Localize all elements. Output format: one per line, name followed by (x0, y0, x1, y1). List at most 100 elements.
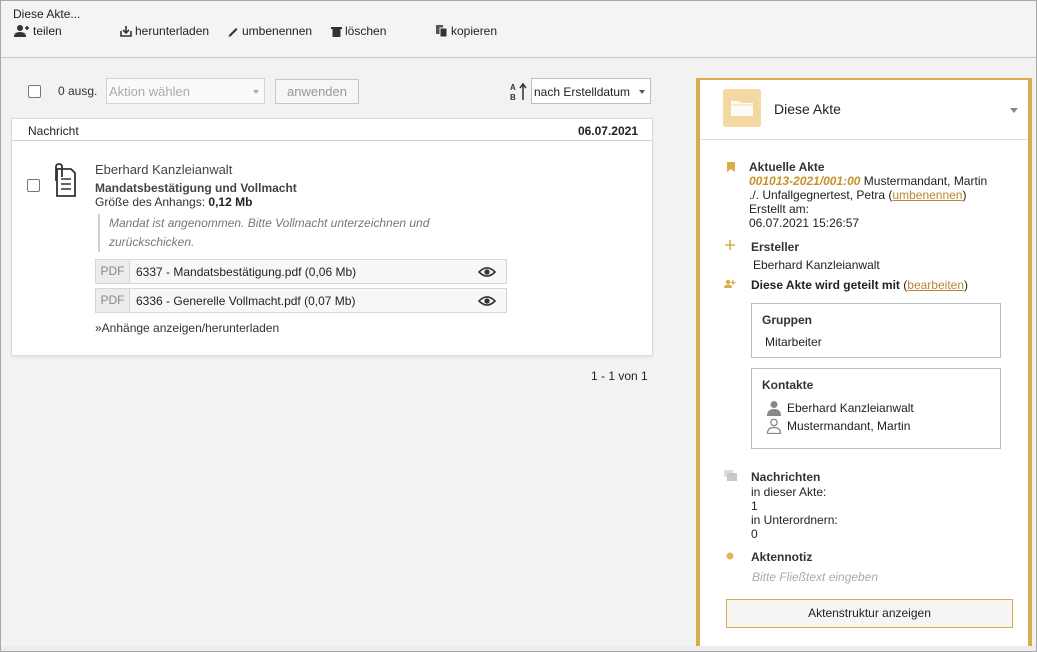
messages-label: Nachrichten (751, 470, 821, 484)
shared-line: Diese Akte wird geteilt mit (bearbeiten) (751, 278, 968, 292)
current-file-label: Aktuelle Akte (749, 160, 825, 174)
show-structure-button[interactable]: Aktenstruktur anzeigen (726, 599, 1013, 628)
selected-count: 0 ausg. (58, 84, 98, 98)
sort-select[interactable]: nach Erstelldatum (531, 78, 651, 104)
share-user-icon (14, 25, 29, 37)
copy-icon (436, 24, 448, 37)
pdf-badge: PDF (96, 260, 130, 283)
bookmark-icon (727, 162, 735, 172)
plus-icon (725, 240, 735, 250)
created-value: 06.07.2021 15:26:57 (749, 216, 860, 230)
message-subject: Mandatsbestätigung und Vollmacht (95, 181, 297, 195)
contacts-title: Kontakte (762, 378, 814, 392)
contacts-box: Kontakte Eberhard Kanzleianwalt Musterma… (751, 368, 1001, 449)
show-attachments-link[interactable]: »Anhänge anzeigen/herunterladen (95, 321, 279, 335)
creator-value: Eberhard Kanzleianwalt (753, 258, 880, 272)
svg-text:A: A (510, 83, 516, 92)
file-details-panel: Diese Akte Aktuelle Akte 001013-2021/001… (696, 78, 1032, 651)
messages-in-file-value: 1 (751, 499, 758, 513)
attachment-item[interactable]: PDF 6337 - Mandatsbestätigung.pdf (0,06 … (95, 259, 507, 284)
rename-link[interactable]: umbenennen (892, 188, 962, 202)
group-item: Mitarbeiter (765, 335, 822, 349)
rename-label: umbenennen (242, 24, 313, 38)
attachment-name[interactable]: 6337 - Mandatsbestätigung.pdf (0,06 Mb) (136, 265, 356, 279)
user-outline-icon (766, 418, 782, 434)
paperclip-document-icon (55, 163, 76, 197)
share-label: teilen (33, 24, 62, 38)
messages-in-sub-label: in Unterordnern: (751, 513, 838, 527)
pagination-info: 1 - 1 von 1 (591, 369, 648, 383)
messages-icon (724, 470, 737, 481)
user-icon (767, 401, 781, 416)
chevron-down-icon (639, 90, 645, 94)
note-dot-icon (726, 552, 734, 560)
column-header-message[interactable]: Nachricht (28, 124, 79, 138)
message-body-line: zurückschicken. (109, 235, 195, 249)
eye-icon[interactable] (478, 266, 496, 278)
column-header-date[interactable]: 06.07.2021 (578, 124, 638, 138)
action-select[interactable]: Aktion wählen (106, 78, 265, 104)
contact-item: Eberhard Kanzleianwalt (766, 400, 914, 416)
rename-button[interactable]: umbenennen (227, 23, 312, 39)
contact-name: Mustermandant, Martin (787, 419, 911, 433)
note-input[interactable]: Bitte Fließtext eingeben (752, 570, 878, 584)
creator-label: Ersteller (751, 240, 800, 254)
chevron-down-icon (253, 90, 259, 94)
copy-label: kopieren (451, 24, 498, 38)
chevron-down-icon[interactable] (1010, 108, 1018, 113)
party-opponent: ./. Unfallgegnertest, Petra (749, 188, 886, 202)
eye-icon[interactable] (478, 295, 496, 307)
message-list: Nachricht 06.07.2021 Eberhard Kanzleianw… (11, 118, 653, 356)
delete-button[interactable]: löschen (331, 23, 386, 39)
message-sender: Eberhard Kanzleianwalt (95, 162, 233, 177)
attachment-size: Größe des Anhangs: 0,12 Mb (95, 195, 252, 209)
party-client: Mustermandant, Martin (860, 174, 988, 188)
attachment-name[interactable]: 6336 - Generelle Vollmacht.pdf (0,07 Mb) (136, 294, 355, 308)
message-row[interactable]: Eberhard Kanzleianwalt Mandatsbestätigun… (12, 142, 652, 354)
pdf-badge: PDF (96, 289, 130, 312)
panel-header[interactable]: Diese Akte (700, 80, 1028, 140)
attachment-item[interactable]: PDF 6336 - Generelle Vollmacht.pdf (0,07… (95, 288, 507, 313)
toolbar-title: Diese Akte... (13, 7, 81, 21)
attachment-size-label: Größe des Anhangs: (95, 195, 206, 209)
message-body-line: Mandat ist angenommen. Bitte Vollmacht u… (109, 216, 430, 230)
download-label: herunterladen (135, 24, 210, 38)
folder-icon-box (723, 89, 761, 127)
select-all-checkbox[interactable] (28, 85, 41, 98)
groups-box: Gruppen Mitarbeiter (751, 303, 1001, 358)
file-number: 001013-2021/001:00 (749, 174, 861, 188)
attachment-size-value: 0,12 Mb (208, 195, 253, 209)
shared-label: Diese Akte wird geteilt mit (751, 278, 900, 292)
bottom-strip (1, 646, 1036, 651)
note-label: Aktennotiz (751, 550, 813, 564)
list-header: Nachricht 06.07.2021 (12, 119, 652, 141)
share-users-icon (724, 279, 736, 288)
party-opponent-line: ./. Unfallgegnertest, Petra (umbenennen) (749, 188, 967, 202)
contact-name: Eberhard Kanzleianwalt (787, 401, 914, 415)
message-body: Mandat ist angenommen. Bitte Vollmacht u… (98, 214, 498, 252)
contact-item: Mustermandant, Martin (766, 418, 910, 434)
svg-text:B: B (510, 93, 516, 102)
folder-icon (731, 101, 753, 116)
app-window: Diese Akte... teilen herunterladen umben… (0, 0, 1037, 652)
download-icon (120, 26, 132, 37)
groups-title: Gruppen (762, 313, 812, 327)
share-button[interactable]: teilen (14, 23, 62, 39)
created-label: Erstellt am: (749, 202, 810, 216)
messages-in-file-label: in dieser Akte: (751, 485, 827, 499)
panel-title: Diese Akte (774, 101, 841, 117)
sort-az-icon[interactable]: A B (509, 82, 529, 102)
current-file-line: 001013-2021/001:00 Mustermandant, Martin (749, 174, 987, 188)
copy-button[interactable]: kopieren (436, 23, 497, 39)
messages-in-sub-value: 0 (751, 527, 758, 541)
sort-select-value: nach Erstelldatum (534, 85, 631, 99)
action-select-value: Aktion wählen (109, 84, 190, 99)
edit-sharing-link[interactable]: bearbeiten (907, 278, 964, 292)
apply-button[interactable]: anwenden (275, 79, 359, 104)
toolbar: Diese Akte... teilen herunterladen umben… (1, 1, 1036, 58)
message-checkbox[interactable] (27, 179, 40, 192)
list-controls: 0 ausg. Aktion wählen anwenden A B nach … (1, 58, 671, 118)
download-button[interactable]: herunterladen (120, 23, 209, 39)
trash-icon (331, 27, 342, 37)
delete-label: löschen (345, 24, 387, 38)
